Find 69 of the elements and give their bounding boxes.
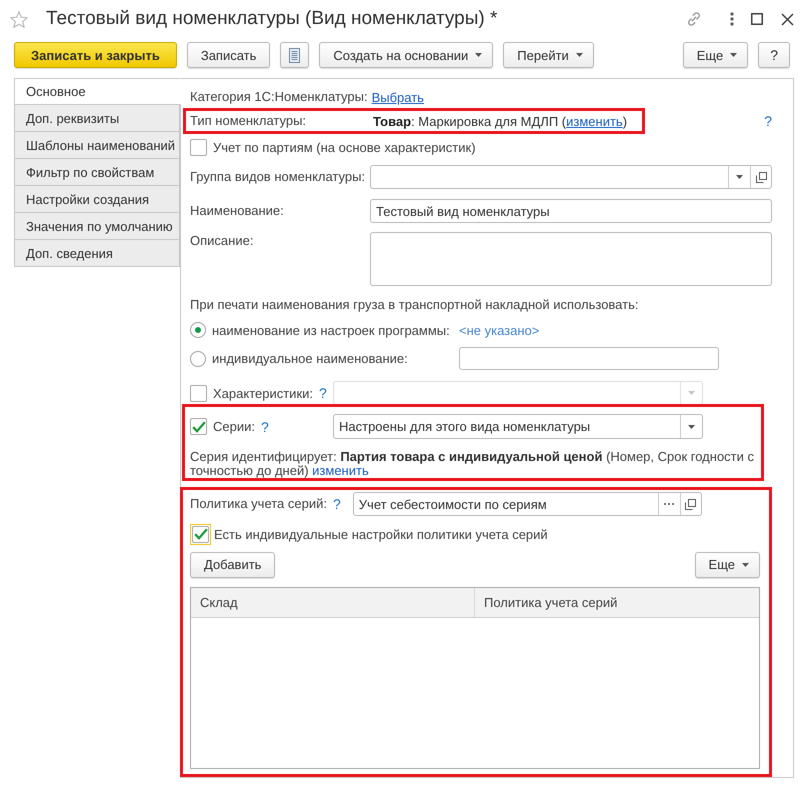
toolbar-button[interactable]: Добавить [190, 552, 276, 578]
tab[interactable]: Настройки создания [14, 186, 180, 213]
field-label: Категория 1С:Номенклатуры: [190, 89, 368, 105]
caret-icon [475, 53, 482, 57]
star-icon[interactable] [10, 10, 28, 28]
field-label: Описание: [190, 232, 254, 249]
menu-button[interactable]: Еще [682, 42, 748, 68]
choose-link[interactable]: Выбрать [372, 90, 424, 104]
tab[interactable]: Основное [14, 78, 181, 105]
help-link[interactable]: ? [764, 113, 772, 129]
checkmark-icon [192, 420, 206, 432]
caret-icon [730, 53, 738, 57]
caret-icon [688, 424, 695, 428]
toolbar-button[interactable]: Записать [186, 42, 270, 68]
tab[interactable]: Фильтр по свойствам [14, 159, 180, 186]
radio-button[interactable] [190, 350, 206, 366]
tab[interactable]: Доп. сведения [14, 240, 180, 267]
series-description: Серия идентифицирует: Партия товара с индивидуальной ценой (Номер, Срок годности с точностью до дней) изменить [190, 450, 756, 478]
series-field[interactable]: Настроены для этого вида номенклатуры [333, 414, 703, 439]
report-button[interactable] [280, 42, 310, 68]
checkbox[interactable] [190, 524, 211, 544]
checkbox-label: Есть индивидуальные настройки политики учета серий [214, 526, 548, 542]
change-link[interactable]: изменить [566, 114, 623, 128]
radio-label: индивидуальное наименование: [212, 351, 408, 366]
field-label: Наименование: [190, 203, 285, 219]
checkbox-label: Характеристики: [213, 386, 314, 400]
field-label: Тип номенклатуры: [190, 113, 308, 129]
custom-name-field[interactable] [459, 347, 719, 370]
tab[interactable]: Шаблоны наименований [14, 132, 180, 159]
menu-button[interactable]: Создать на основании [319, 42, 494, 68]
change-link[interactable]: изменить [312, 463, 369, 478]
series-policy-field[interactable]: Учет себестоимости по сериям [352, 492, 702, 516]
group-field[interactable] [370, 165, 772, 189]
link-icon[interactable] [686, 11, 702, 27]
name-field[interactable]: Тестовый вид номенклатуры [370, 199, 772, 223]
value-link[interactable]: <не указано> [459, 322, 540, 338]
checkbox-label: Учет по партиям (на основе характеристик) [213, 140, 476, 154]
more-icon[interactable] [730, 12, 734, 26]
caret-icon [688, 391, 695, 395]
caret-icon [736, 175, 743, 179]
primary-button[interactable]: Записать и закрыть [14, 42, 177, 68]
tab[interactable]: Значения по умолчанию [14, 213, 180, 240]
checkbox[interactable] [190, 138, 207, 156]
caret-icon [742, 562, 749, 566]
help-link[interactable]: ? [332, 496, 341, 512]
column-header[interactable]: Политика учета серий [474, 588, 759, 617]
help-link[interactable]: ? [260, 418, 269, 434]
squares-icon [756, 172, 766, 182]
checkmark-icon [194, 528, 208, 540]
checkbox[interactable] [190, 418, 207, 435]
menu-button[interactable]: Перейти [503, 42, 594, 68]
close-icon[interactable] [781, 12, 794, 26]
item-type-value: Товар: Маркировка для МДЛП (изменить) [373, 114, 628, 128]
help-button[interactable]: ? [758, 42, 790, 68]
maximize-icon[interactable] [751, 13, 763, 25]
checkbox-label: Серии: [213, 419, 255, 434]
window-title: Тестовый вид номенклатуры (Вид номенклатуры) * [46, 8, 498, 30]
caret-icon [576, 53, 583, 57]
section-label: При печати наименования груза в транспортной накладной использовать: [190, 297, 638, 313]
squares-icon [685, 498, 696, 510]
menu-button[interactable]: Еще [694, 552, 760, 578]
document-icon [289, 48, 300, 62]
description-field[interactable] [370, 232, 772, 286]
radio-label: наименование из настроек программы: [212, 322, 450, 338]
field-label: Группа видов номенклатуры: [190, 169, 366, 185]
column-header[interactable]: Склад [191, 588, 474, 617]
radio-button[interactable] [190, 322, 206, 338]
field-label: Политика учета серий: [190, 496, 327, 512]
tab[interactable]: Доп. реквизиты [14, 105, 180, 132]
